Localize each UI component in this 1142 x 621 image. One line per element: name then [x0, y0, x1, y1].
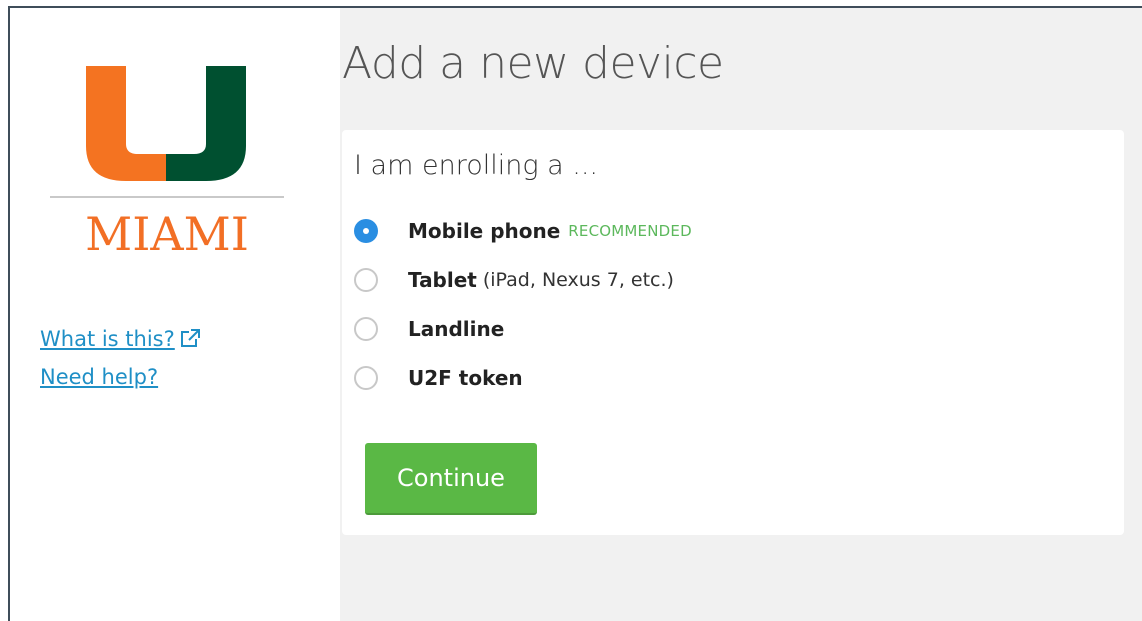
option-label: Tablet [408, 267, 477, 292]
logo-divider [50, 196, 284, 198]
university-u-logo [86, 66, 246, 181]
radio-u2f-token[interactable] [354, 365, 378, 390]
page-title: Add a new device [342, 38, 724, 89]
enroll-form-card: I am enrolling a ... Mobile phone RECOMM… [342, 130, 1124, 535]
continue-button[interactable]: Continue [365, 443, 537, 515]
radio-tablet[interactable] [354, 267, 378, 292]
external-link-icon [180, 329, 200, 347]
radio-mobile-phone[interactable] [354, 218, 378, 243]
logo-wordmark: MIAMI [85, 207, 249, 261]
help-links: What is this? Need help? [40, 326, 201, 402]
option-landline[interactable]: Landline [354, 304, 692, 353]
need-help-link[interactable]: Need help? [40, 364, 201, 390]
form-heading: I am enrolling a ... [354, 150, 599, 181]
what-is-this-label: What is this? [40, 327, 175, 351]
sidebar: MIAMI What is this? Need help? [10, 8, 340, 621]
option-label: Mobile phone [408, 218, 561, 243]
option-tablet[interactable]: Tablet (iPad, Nexus 7, etc.) [354, 255, 692, 304]
option-hint: (iPad, Nexus 7, etc.) [482, 268, 674, 291]
app-window: MIAMI What is this? Need help? Add a new… [8, 6, 1142, 621]
option-u2f-token[interactable]: U2F token [354, 353, 692, 402]
option-label: Landline [408, 316, 505, 341]
option-mobile-phone[interactable]: Mobile phone RECOMMENDED [354, 206, 692, 255]
recommended-badge: RECOMMENDED [568, 221, 692, 240]
what-is-this-link[interactable]: What is this? [40, 326, 201, 352]
option-label: U2F token [408, 365, 523, 390]
radio-landline[interactable] [354, 316, 378, 341]
device-options: Mobile phone RECOMMENDED Tablet (iPad, N… [354, 206, 692, 402]
